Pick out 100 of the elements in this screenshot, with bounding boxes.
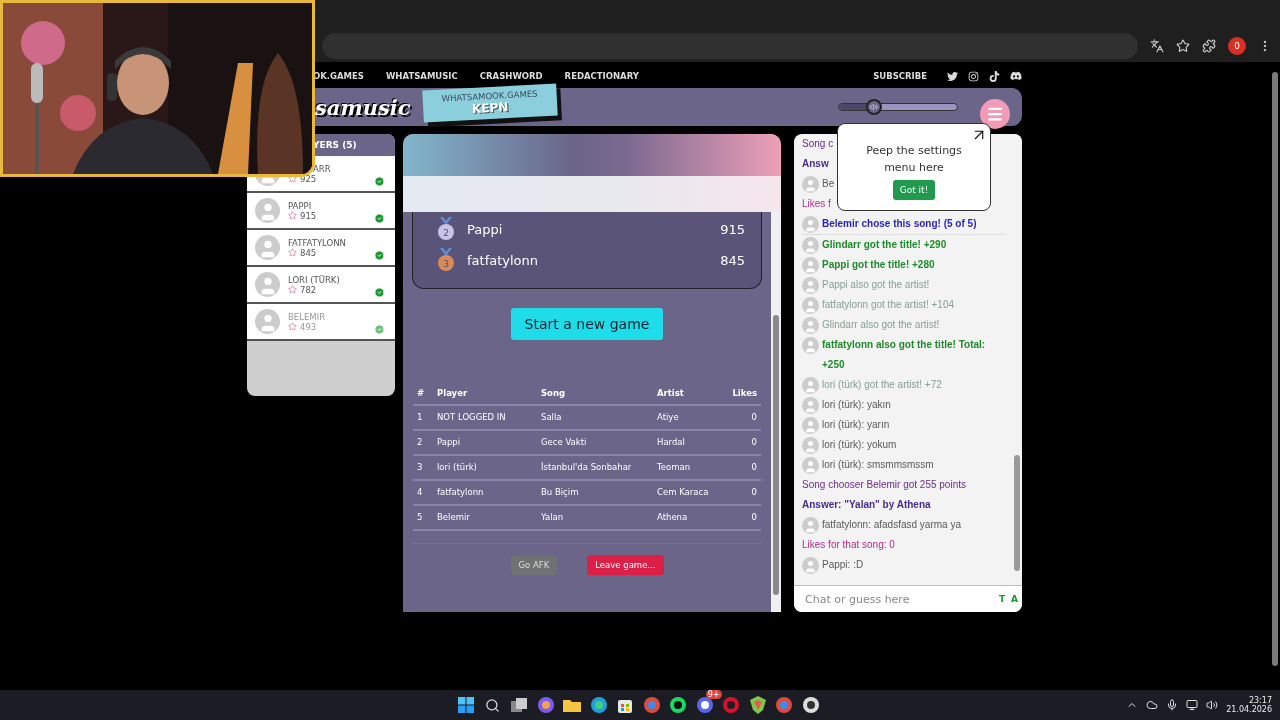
nav-link[interactable]: CRASHWORD xyxy=(479,71,543,81)
column-header: Player xyxy=(433,384,537,405)
table-cell: 0 xyxy=(725,455,761,480)
scrollbar[interactable] xyxy=(771,212,781,612)
panel-title: YERS (5) xyxy=(313,140,357,150)
discord-app-icon[interactable] xyxy=(695,696,714,714)
message-text: fatfatylonn also got the title! Total: +250 xyxy=(822,338,987,372)
chrome-icon[interactable] xyxy=(642,696,661,714)
input-tool[interactable]: A xyxy=(1011,594,1018,604)
player-name: BELEMIR xyxy=(288,311,327,322)
message-text: Song chooser Belemir got 255 points xyxy=(802,478,966,492)
table-cell: 0 xyxy=(725,430,761,455)
star-icon xyxy=(288,285,297,294)
message-text: Glindarr also got the artist! xyxy=(822,318,940,332)
table-cell: 0 xyxy=(725,480,761,505)
got-it-button[interactable]: Got it! xyxy=(892,180,936,200)
message-text: Belemir chose this song! (5 of 5) xyxy=(822,217,977,231)
table-cell: Teoman xyxy=(653,455,725,480)
table-cell: Belemir xyxy=(433,505,537,530)
volume-slider[interactable] xyxy=(838,98,958,116)
start-game-button[interactable]: Start a new game xyxy=(510,308,664,340)
column-header: # xyxy=(413,384,433,405)
star-icon xyxy=(288,211,297,220)
opera-icon[interactable] xyxy=(722,696,740,714)
table-cell: Athena xyxy=(653,505,725,530)
bookmark-star-icon[interactable] xyxy=(1176,39,1190,53)
input-tool[interactable]: T xyxy=(998,594,1006,604)
avatar-icon xyxy=(255,235,280,260)
table-cell: Bu Biçim xyxy=(537,480,653,505)
store-icon[interactable] xyxy=(617,697,633,713)
table-cell: Salla xyxy=(537,405,653,430)
player-name: LORI (TÜRK) xyxy=(288,274,341,285)
shield-icon[interactable] xyxy=(749,696,766,714)
player-name: FATFATYLONN xyxy=(288,237,347,248)
podium-name: Pappi xyxy=(467,221,504,237)
table-cell: Atiye xyxy=(653,405,725,430)
table-cell: NOT LOGGED IN xyxy=(433,405,537,430)
table-cell: 0 xyxy=(725,405,761,430)
player-name: ARR xyxy=(312,163,332,174)
chat-input[interactable]: Chat or guess here T A xyxy=(794,585,1022,612)
leave-button[interactable]: Leave game... xyxy=(587,555,664,575)
table-cell: 5 xyxy=(413,505,433,530)
folder-icon[interactable] xyxy=(563,698,581,712)
star-icon xyxy=(288,248,297,257)
clock[interactable]: 23:17 21.04.2026 xyxy=(1226,696,1272,714)
message-text: Glindarr got the title! +290 xyxy=(822,238,947,252)
obs-icon[interactable] xyxy=(801,696,820,714)
volume-thumb[interactable] xyxy=(866,99,882,115)
podium-score: 845 xyxy=(720,252,745,268)
message-text: Likes f xyxy=(802,197,831,211)
message-text: Pappi: :D xyxy=(822,558,864,572)
table-cell: Yalan xyxy=(537,505,653,530)
mic-icon[interactable] xyxy=(1166,699,1179,711)
message-text: lori (türk) got the artist! +72 xyxy=(822,378,942,392)
chrome-icon[interactable] xyxy=(775,696,793,714)
player-score: 845 xyxy=(300,247,317,258)
message-text: Be xyxy=(822,177,835,191)
copilot-icon[interactable] xyxy=(536,696,555,714)
task-view-icon[interactable] xyxy=(511,698,527,712)
table-cell: 2 xyxy=(413,430,433,455)
table-cell: fatfatylonn xyxy=(433,480,537,505)
menu-button[interactable] xyxy=(980,99,1010,129)
subscribe-link[interactable]: SUBSCRIBE xyxy=(873,71,927,81)
message-text: lori (türk): yakın xyxy=(822,398,891,412)
avatar-icon xyxy=(255,272,280,297)
discord-icon[interactable] xyxy=(1010,70,1022,82)
afk-button[interactable]: Go AFK xyxy=(510,555,558,575)
notification-badge: 9+ xyxy=(705,690,722,699)
message-text: fatfatylonn: afadsfasd yarma ya xyxy=(822,518,961,532)
cloud-icon[interactable] xyxy=(1146,699,1159,711)
message-text: Likes for that song: 0 xyxy=(802,538,895,552)
message-text: Answer: "Yalan" by Athena xyxy=(802,498,931,512)
extensions-icon[interactable] xyxy=(1202,39,1216,53)
instagram-icon[interactable] xyxy=(968,70,979,82)
volume-icon[interactable] xyxy=(1206,699,1219,711)
date-text: 21.04.2026 xyxy=(1226,705,1272,714)
translate-icon[interactable] xyxy=(1150,39,1164,53)
twitter-icon[interactable] xyxy=(947,70,958,82)
network-icon[interactable] xyxy=(1186,699,1199,711)
time-text: 23:17 xyxy=(1248,696,1272,705)
nav-link[interactable]: OK.GAMES xyxy=(313,71,364,81)
edge-icon[interactable] xyxy=(589,696,608,714)
tiktok-icon[interactable] xyxy=(989,70,1000,82)
column-header: Likes xyxy=(725,384,761,405)
nav-link[interactable]: WHATSAMUSIC xyxy=(386,71,458,81)
start-icon[interactable] xyxy=(458,697,474,713)
spotify-icon[interactable] xyxy=(669,696,687,714)
nav-link[interactable]: REDACTIONARY xyxy=(564,71,639,81)
table-cell: Cem Karaca xyxy=(653,480,725,505)
table-cell: Gece Vakti xyxy=(537,430,653,455)
player-score: 493 xyxy=(300,321,317,332)
search-icon[interactable] xyxy=(485,697,500,713)
message-text: Song c xyxy=(802,137,834,151)
logo-text: samusic xyxy=(315,94,411,120)
message-text: Answ xyxy=(802,157,829,171)
table-cell: Pappi xyxy=(433,430,537,455)
profile-badge[interactable]: 0 xyxy=(1228,37,1246,55)
podium-score: 915 xyxy=(720,221,745,237)
star-icon xyxy=(288,322,297,331)
message-text: Pappi got the title! +280 xyxy=(822,258,935,272)
